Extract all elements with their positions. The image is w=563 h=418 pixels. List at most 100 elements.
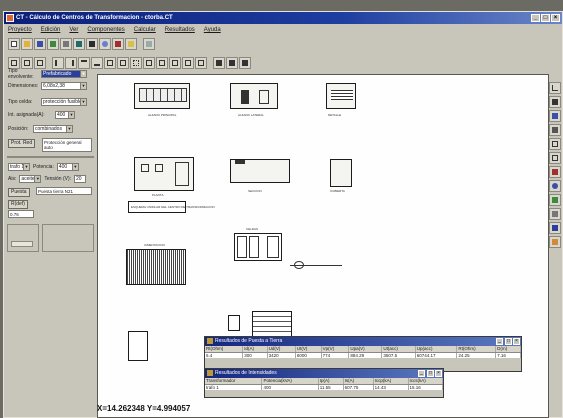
dimensiones-label: Dimensiones:: [8, 82, 39, 89]
view-icon[interactable]: [73, 38, 85, 50]
chevron-down-icon: ▼: [80, 82, 86, 89]
tools-icon[interactable]: [112, 38, 124, 50]
minimize-icon[interactable]: _: [418, 370, 425, 377]
main-toolbar: [8, 38, 155, 51]
legend-box: ESQUEMA UNIFILAR DEL CENTRO DE TRANSFORM…: [128, 201, 215, 213]
align-right-icon[interactable]: [65, 57, 77, 69]
same-width-icon[interactable]: [156, 57, 168, 69]
menu-edicion[interactable]: Edición: [41, 25, 61, 36]
help-icon[interactable]: [125, 38, 137, 50]
table-cell: 11.55: [318, 384, 344, 390]
trafo-select[interactable]: trafo 1 ▼: [8, 162, 30, 171]
same-size-icon[interactable]: [143, 57, 155, 69]
empty-group-box: [42, 224, 94, 252]
layer-icon[interactable]: [239, 57, 251, 69]
close-icon[interactable]: ×: [435, 370, 442, 377]
layer-back-icon[interactable]: [226, 57, 238, 69]
center-h-icon[interactable]: [104, 57, 116, 69]
align-bottom-icon[interactable]: [91, 57, 103, 69]
earth-icon[interactable]: [549, 194, 561, 206]
text-icon[interactable]: [549, 222, 561, 234]
cylinder-drawing: [228, 315, 240, 331]
results-intensidades-window[interactable]: Resultados de Intensidades _ □ × Transfo…: [204, 368, 444, 398]
results-tierra-titlebar[interactable]: Resultados de Puesta a Tierra _ □ ×: [205, 337, 521, 346]
same-height-icon[interactable]: [169, 57, 181, 69]
group-icon[interactable]: [182, 57, 194, 69]
maximize-icon[interactable]: □: [427, 370, 434, 377]
main-window: CT - Cálculo de Centros de Transformacio…: [3, 11, 563, 418]
layer-front-icon[interactable]: [213, 57, 225, 69]
table-cell: 774: [321, 352, 350, 358]
align-top-icon[interactable]: [78, 57, 90, 69]
menu-ayuda[interactable]: Ayuda: [204, 25, 221, 36]
align-left-icon[interactable]: [52, 57, 64, 69]
window-title: CT - Cálculo de Centros de Transformacio…: [16, 15, 173, 21]
menu-ver[interactable]: Ver: [69, 25, 78, 36]
panel-icon[interactable]: [549, 138, 561, 150]
fuse-icon[interactable]: [549, 166, 561, 178]
prot-red-text[interactable]: Protección general auto: [42, 138, 92, 152]
calculate-icon[interactable]: [86, 38, 98, 50]
ruler-icon[interactable]: [549, 208, 561, 220]
menu-componentes[interactable]: Componentes: [87, 25, 124, 36]
minimize-button[interactable]: _: [531, 14, 540, 22]
chevron-down-icon: ▼: [80, 98, 86, 105]
posicion-select[interactable]: combinados ▼: [33, 124, 73, 133]
caption-cubierta: CUBIERTA: [330, 189, 345, 193]
menu-proyecto[interactable]: Proyecto: [8, 25, 32, 36]
distribute-icon[interactable]: [130, 57, 142, 69]
center-v-icon[interactable]: [117, 57, 129, 69]
aislamiento-select[interactable]: aceite ▼: [19, 174, 42, 183]
intensidad-select[interactable]: 400 ▼: [55, 110, 75, 119]
print-icon[interactable]: [60, 38, 72, 50]
transformer-symbol: [294, 261, 304, 269]
potencia-select[interactable]: 400 ▼: [56, 162, 79, 171]
grid-icon[interactable]: [143, 38, 155, 50]
pointer-icon[interactable]: [549, 96, 561, 108]
app-icon: [6, 14, 14, 22]
chevron-down-icon: ▼: [71, 163, 78, 170]
minimize-icon[interactable]: _: [496, 338, 503, 345]
results-icon: [207, 338, 213, 344]
pen-icon[interactable]: [549, 124, 561, 136]
results-intensidades-titlebar[interactable]: Resultados de Intensidades _ □ ×: [205, 369, 443, 378]
tipo-envolvente-select[interactable]: Prefabricado ▼: [41, 69, 87, 78]
menu-calcular[interactable]: Calcular: [134, 25, 156, 36]
tipo-celda-select[interactable]: protección fusibles ▼: [41, 97, 87, 106]
intensidad-value: 400: [57, 111, 66, 118]
cell-icon[interactable]: [549, 152, 561, 164]
empty-group-box: [7, 224, 39, 252]
caption-celdas: CELDAS: [246, 227, 259, 231]
table-cell: 884.29: [348, 352, 383, 358]
maximize-icon[interactable]: □: [505, 338, 512, 345]
rstaur-button[interactable]: R(def): [8, 200, 28, 209]
caption-cimentacion: CIMENTACION: [144, 243, 165, 247]
open-folder-icon[interactable]: [21, 38, 33, 50]
puesta-button[interactable]: Puesta: [8, 188, 30, 197]
undo-icon[interactable]: [47, 38, 59, 50]
mini-button[interactable]: [11, 241, 33, 247]
transformer-icon[interactable]: [549, 180, 561, 192]
new-file-icon[interactable]: [8, 38, 20, 50]
puesta-tierra-text[interactable]: Puesta tierra N21: [36, 187, 92, 195]
tension-field[interactable]: 20: [74, 174, 87, 183]
dimensiones-select[interactable]: 6,08x2,38 ▼: [41, 81, 87, 90]
arrow-icon[interactable]: [549, 82, 561, 94]
component-panel: Tipo envolvente: Prefabricado ▼ Dimension…: [6, 68, 96, 399]
results-tierra-window[interactable]: Resultados de Puesta a Tierra _ □ × Rt(O…: [204, 336, 522, 372]
zoom-icon[interactable]: [99, 38, 111, 50]
dimensiones-value: 6,08x2,38: [43, 82, 65, 89]
prot-red-button[interactable]: Prot. Red: [8, 139, 36, 148]
eraser-icon[interactable]: [549, 236, 561, 248]
table-row[interactable]: trafo 1 400 11.55 607.75 14.43 15.16: [205, 384, 444, 390]
close-button[interactable]: ×: [551, 14, 560, 22]
maximize-button[interactable]: □: [541, 14, 550, 22]
close-icon[interactable]: ×: [513, 338, 520, 345]
menu-resultados[interactable]: Resultados: [165, 25, 195, 36]
right-toolbar: [549, 82, 561, 248]
ungroup-icon[interactable]: [195, 57, 207, 69]
save-icon[interactable]: [34, 38, 46, 50]
house-icon[interactable]: [549, 110, 561, 122]
chevron-down-icon: ▼: [23, 163, 29, 170]
table-row[interactable]: 5.4 300 3420 6000 774 884.29 3507.5 6074…: [205, 352, 521, 358]
